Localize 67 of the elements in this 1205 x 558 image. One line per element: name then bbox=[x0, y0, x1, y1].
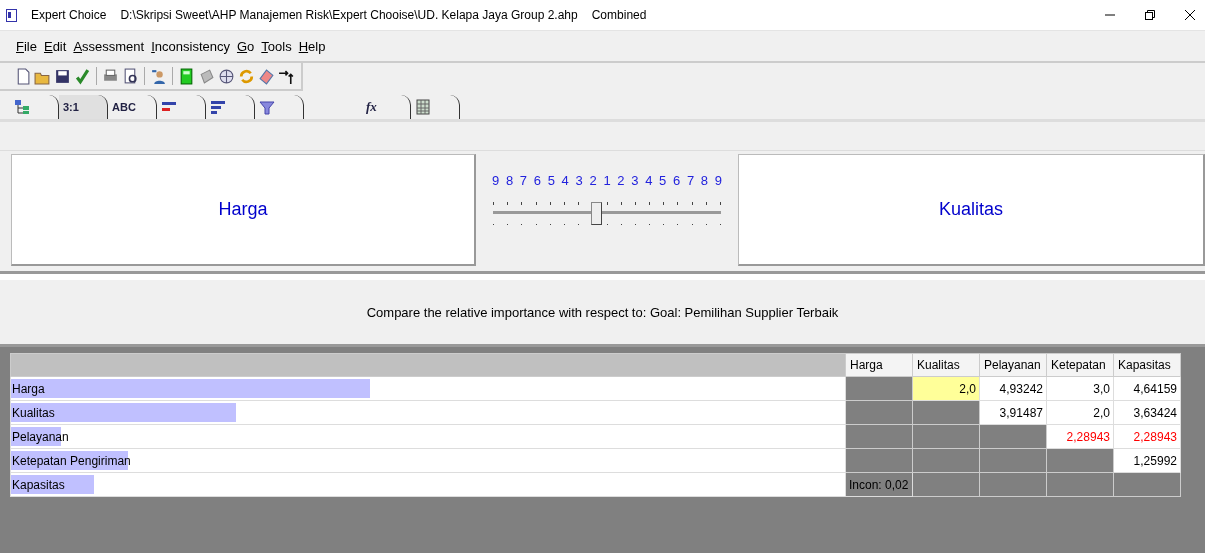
app-icon bbox=[6, 8, 17, 22]
row-label: Harga bbox=[11, 381, 45, 396]
scale-number: 8 bbox=[700, 173, 709, 188]
scale-number: 7 bbox=[519, 173, 528, 188]
row-label: Kapasitas bbox=[11, 477, 65, 492]
left-element-panel[interactable]: Harga bbox=[11, 154, 476, 266]
scale-number: 2 bbox=[617, 173, 625, 188]
hierarchy-icon bbox=[14, 99, 30, 115]
row-label: Kualitas bbox=[11, 405, 55, 420]
column-header: Ketepatan bbox=[1046, 353, 1114, 377]
menu-item[interactable]: File bbox=[16, 38, 37, 54]
scale-number: 3 bbox=[575, 173, 583, 188]
spreadsheet-icon bbox=[415, 99, 431, 115]
row-label: Ketepatan Pengiriman bbox=[11, 453, 131, 468]
judgment-cell[interactable]: 3,63424 bbox=[1113, 400, 1181, 425]
scale-number: 4 bbox=[645, 173, 653, 188]
scale-number: 8 bbox=[505, 173, 514, 188]
view-tab[interactable]: 3:1 bbox=[59, 95, 108, 119]
judgment-cell[interactable]: 2,0 bbox=[1046, 400, 1114, 425]
column-header: Pelayanan bbox=[979, 353, 1047, 377]
scale-number: 9 bbox=[714, 173, 722, 188]
file-path: D:\Skripsi Sweet\AHP Manajemen Risk\Expert Chooise\UD. Kelapa Jaya Group 2.ahp bbox=[120, 8, 578, 22]
menu-item[interactable]: Edit bbox=[43, 38, 67, 54]
scale-number: 1 bbox=[603, 173, 611, 188]
menu-item[interactable]: Help bbox=[298, 38, 326, 54]
scale-number: 3 bbox=[631, 173, 639, 188]
view-tab[interactable]: fx bbox=[362, 95, 411, 119]
judgment-cell[interactable]: 3,91487 bbox=[979, 400, 1047, 425]
scale-number: 6 bbox=[533, 173, 541, 188]
judgment-cell[interactable]: 4,64159 bbox=[1113, 376, 1181, 401]
judgment-cell[interactable]: 1,25992 bbox=[1113, 448, 1181, 473]
save-icon[interactable] bbox=[54, 67, 71, 85]
globe-icon[interactable] bbox=[218, 67, 235, 85]
scale-number: 4 bbox=[561, 173, 569, 188]
judgment-cell[interactable]: 2,28943 bbox=[1046, 424, 1114, 449]
right-element-panel[interactable]: Kualitas bbox=[738, 154, 1205, 266]
print-preview-icon[interactable] bbox=[122, 67, 139, 85]
judgment-cell[interactable]: 2,28943 bbox=[1113, 424, 1181, 449]
row-label: Pelayanan bbox=[11, 429, 69, 444]
eraser-icon[interactable] bbox=[258, 67, 275, 85]
comparison-prompt: Compare the relative importance with respect to: Goal: Pemilihan Supplier Terbaik bbox=[366, 304, 839, 320]
column-header: Harga bbox=[845, 353, 913, 377]
menu-item[interactable]: Tools bbox=[261, 38, 292, 54]
app-title: Expert Choice bbox=[31, 8, 107, 22]
tile-icon[interactable] bbox=[198, 67, 215, 85]
funnel-icon bbox=[259, 99, 275, 115]
scale-number: 2 bbox=[589, 173, 597, 188]
slider-thumb[interactable] bbox=[590, 202, 602, 225]
bars-icon bbox=[210, 99, 226, 115]
menu-item[interactable]: Assessment bbox=[73, 38, 145, 54]
column-header: Kualitas bbox=[912, 353, 980, 377]
scale-number: 5 bbox=[547, 173, 555, 188]
view-mode: Combined bbox=[591, 8, 647, 22]
scale-number: 5 bbox=[659, 173, 667, 188]
maximize-icon[interactable] bbox=[1145, 10, 1155, 20]
menu-item[interactable]: Inconsistency bbox=[151, 38, 230, 54]
scale-number: 6 bbox=[673, 173, 681, 188]
scale-number: 7 bbox=[686, 173, 695, 188]
menu-item[interactable]: Go bbox=[236, 38, 255, 54]
close-icon[interactable] bbox=[1185, 10, 1195, 20]
judgment-cell[interactable]: 4,93242 bbox=[979, 376, 1047, 401]
person-icon[interactable] bbox=[150, 67, 167, 85]
column-header: Kapasitas bbox=[1113, 353, 1181, 377]
judgment-cell[interactable]: 3,0 bbox=[1046, 376, 1114, 401]
view-tab[interactable]: ABC bbox=[108, 95, 157, 119]
scale-number: 9 bbox=[492, 173, 500, 188]
calculator-icon[interactable] bbox=[178, 67, 195, 85]
